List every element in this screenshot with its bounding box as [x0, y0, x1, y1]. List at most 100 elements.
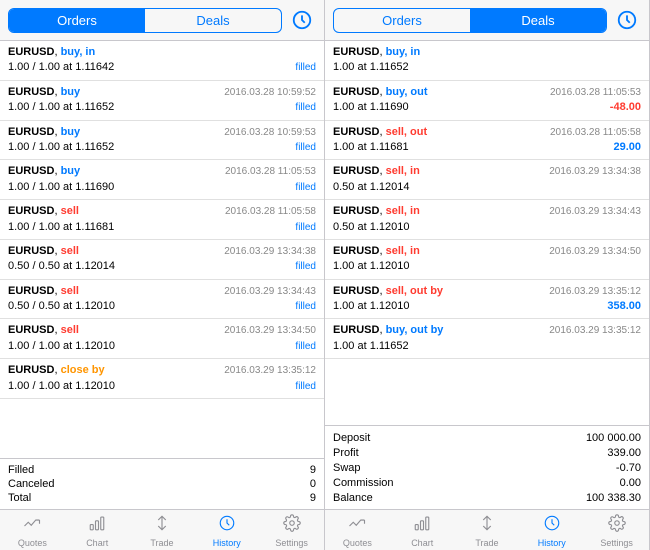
totals-row: Balance 100 338.30 — [333, 490, 641, 505]
deal-action: buy, in — [386, 46, 421, 58]
deals-panel: Orders Deals EURUSD, buy, in 1.00 at 1.1… — [325, 0, 650, 550]
deal-item[interactable]: EURUSD, sell, in 2016.03.29 13:34:43 0.5… — [325, 200, 649, 240]
clock-icon[interactable] — [288, 6, 316, 34]
quotes-icon — [23, 514, 41, 536]
tab-orders-right[interactable]: Orders — [334, 9, 470, 32]
order-item[interactable]: EURUSD, sell 2016.03.29 13:34:50 1.00 / … — [0, 319, 324, 359]
order-price: 1.00 / 1.00 at 1.11681 — [8, 220, 114, 235]
deal-item[interactable]: EURUSD, sell, out by 2016.03.29 13:35:12… — [325, 280, 649, 320]
deals-totals: Deposit 100 000.00 Profit 339.00 Swap -0… — [325, 425, 649, 509]
tab-deals[interactable]: Deals — [145, 9, 281, 32]
nav-settings-label-right: Settings — [600, 538, 633, 548]
order-action: sell — [61, 205, 79, 217]
deal-value: -48.00 — [610, 100, 641, 115]
deal-item[interactable]: EURUSD, sell, out 2016.03.28 11:05:58 1.… — [325, 121, 649, 161]
deal-price: 1.00 at 1.12010 — [333, 299, 409, 314]
order-pair: EURUSD — [8, 364, 54, 376]
deal-item[interactable]: EURUSD, sell, in 2016.03.29 13:34:38 0.5… — [325, 160, 649, 200]
totals-commission-label: Commission — [333, 477, 394, 489]
deal-item[interactable]: EURUSD, buy, out 2016.03.28 11:05:53 1.0… — [325, 81, 649, 121]
trade-icon-right — [478, 514, 496, 536]
nav-quotes-right[interactable]: Quotes — [325, 514, 390, 548]
order-pair: EURUSD — [8, 165, 54, 177]
deal-item[interactable]: EURUSD, buy, out by 2016.03.29 13:35:12 … — [325, 319, 649, 359]
tab-group: Orders Deals — [8, 8, 282, 33]
summary-canceled-label: Canceled — [8, 478, 54, 490]
summary-row: Canceled 0 — [8, 477, 316, 491]
deal-action: sell, in — [386, 205, 420, 217]
nav-trade[interactable]: Trade — [130, 514, 195, 548]
history-icon — [218, 514, 236, 536]
tab-deals-right[interactable]: Deals — [470, 9, 606, 32]
trade-icon — [153, 514, 171, 536]
nav-chart[interactable]: Chart — [65, 514, 130, 548]
totals-commission-value: 0.00 — [620, 477, 641, 489]
nav-trade-right[interactable]: Trade — [455, 514, 520, 548]
totals-deposit-value: 100 000.00 — [586, 432, 641, 444]
order-pair: EURUSD — [8, 86, 54, 98]
deal-item[interactable]: EURUSD, buy, in 1.00 at 1.11652 — [325, 41, 649, 81]
order-status: filled — [295, 221, 316, 235]
deal-action: sell, out by — [386, 285, 443, 297]
nav-quotes[interactable]: Quotes — [0, 514, 65, 548]
nav-history[interactable]: History — [194, 514, 259, 548]
deal-item[interactable]: EURUSD, sell, in 2016.03.29 13:34:50 1.0… — [325, 240, 649, 280]
totals-profit-value: 339.00 — [607, 447, 641, 459]
order-item[interactable]: EURUSD, buy 2016.03.28 11:05:53 1.00 / 1… — [0, 160, 324, 200]
order-status: filled — [295, 260, 316, 274]
order-item[interactable]: EURUSD, buy 2016.03.28 10:59:53 1.00 / 1… — [0, 121, 324, 161]
order-item[interactable]: EURUSD, sell 2016.03.28 11:05:58 1.00 / … — [0, 200, 324, 240]
deal-pair: EURUSD — [333, 324, 379, 336]
deal-action: buy, out by — [386, 324, 444, 336]
order-status: filled — [295, 340, 316, 354]
totals-balance-value: 100 338.30 — [586, 492, 641, 504]
order-pair: EURUSD — [8, 205, 54, 217]
deal-date: 2016.03.29 13:34:43 — [549, 205, 641, 219]
nav-trade-label: Trade — [150, 538, 173, 548]
orders-summary: Filled 9 Canceled 0 Total 9 — [0, 458, 324, 509]
deal-date: 2016.03.28 11:05:58 — [550, 126, 641, 140]
order-status: filled — [295, 181, 316, 195]
deal-pair: EURUSD — [333, 285, 379, 297]
nav-chart-right[interactable]: Chart — [390, 514, 455, 548]
order-item[interactable]: EURUSD, close by 2016.03.29 13:35:12 1.0… — [0, 359, 324, 399]
chart-icon-right — [413, 514, 431, 536]
order-action: sell — [61, 285, 79, 297]
nav-trade-label-right: Trade — [475, 538, 498, 548]
tab-orders[interactable]: Orders — [9, 9, 145, 32]
order-action: buy, in — [61, 46, 96, 58]
nav-quotes-label-right: Quotes — [343, 538, 372, 548]
quotes-icon-right — [348, 514, 366, 536]
nav-chart-label: Chart — [86, 538, 108, 548]
deal-action: sell, in — [386, 245, 420, 257]
order-status: filled — [295, 61, 316, 75]
deal-price: 1.00 at 1.12010 — [333, 259, 409, 274]
nav-history-right[interactable]: History — [519, 514, 584, 548]
order-item[interactable]: EURUSD, sell 2016.03.29 13:34:38 0.50 / … — [0, 240, 324, 280]
deal-price: 0.50 at 1.12014 — [333, 180, 409, 195]
summary-canceled-value: 0 — [310, 478, 316, 490]
order-date: 2016.03.29 13:34:38 — [224, 245, 316, 259]
deal-action: sell, in — [386, 165, 420, 177]
order-action: close by — [61, 364, 105, 376]
deal-date: 2016.03.29 13:34:38 — [549, 165, 641, 179]
deal-pair: EURUSD — [333, 245, 379, 257]
clock-icon-right[interactable] — [613, 6, 641, 34]
order-pair: EURUSD — [8, 126, 54, 138]
nav-quotes-label: Quotes — [18, 538, 47, 548]
order-date: 2016.03.28 11:05:53 — [225, 165, 316, 179]
summary-filled-value: 9 — [310, 464, 316, 476]
order-item[interactable]: EURUSD, buy 2016.03.28 10:59:52 1.00 / 1… — [0, 81, 324, 121]
summary-filled-label: Filled — [8, 464, 34, 476]
order-price: 1.00 / 1.00 at 1.12010 — [8, 379, 115, 394]
nav-settings[interactable]: Settings — [259, 514, 324, 548]
nav-settings-right[interactable]: Settings — [584, 514, 649, 548]
deal-price: 1.00 at 1.11681 — [333, 140, 409, 155]
order-price: 1.00 / 1.00 at 1.12010 — [8, 339, 115, 354]
nav-chart-label-right: Chart — [411, 538, 433, 548]
settings-icon — [283, 514, 301, 536]
order-item[interactable]: EURUSD, buy, in 1.00 / 1.00 at 1.11642 f… — [0, 41, 324, 81]
deal-pair: EURUSD — [333, 46, 379, 58]
totals-swap-value: -0.70 — [616, 462, 641, 474]
order-item[interactable]: EURUSD, sell 2016.03.29 13:34:43 0.50 / … — [0, 280, 324, 320]
